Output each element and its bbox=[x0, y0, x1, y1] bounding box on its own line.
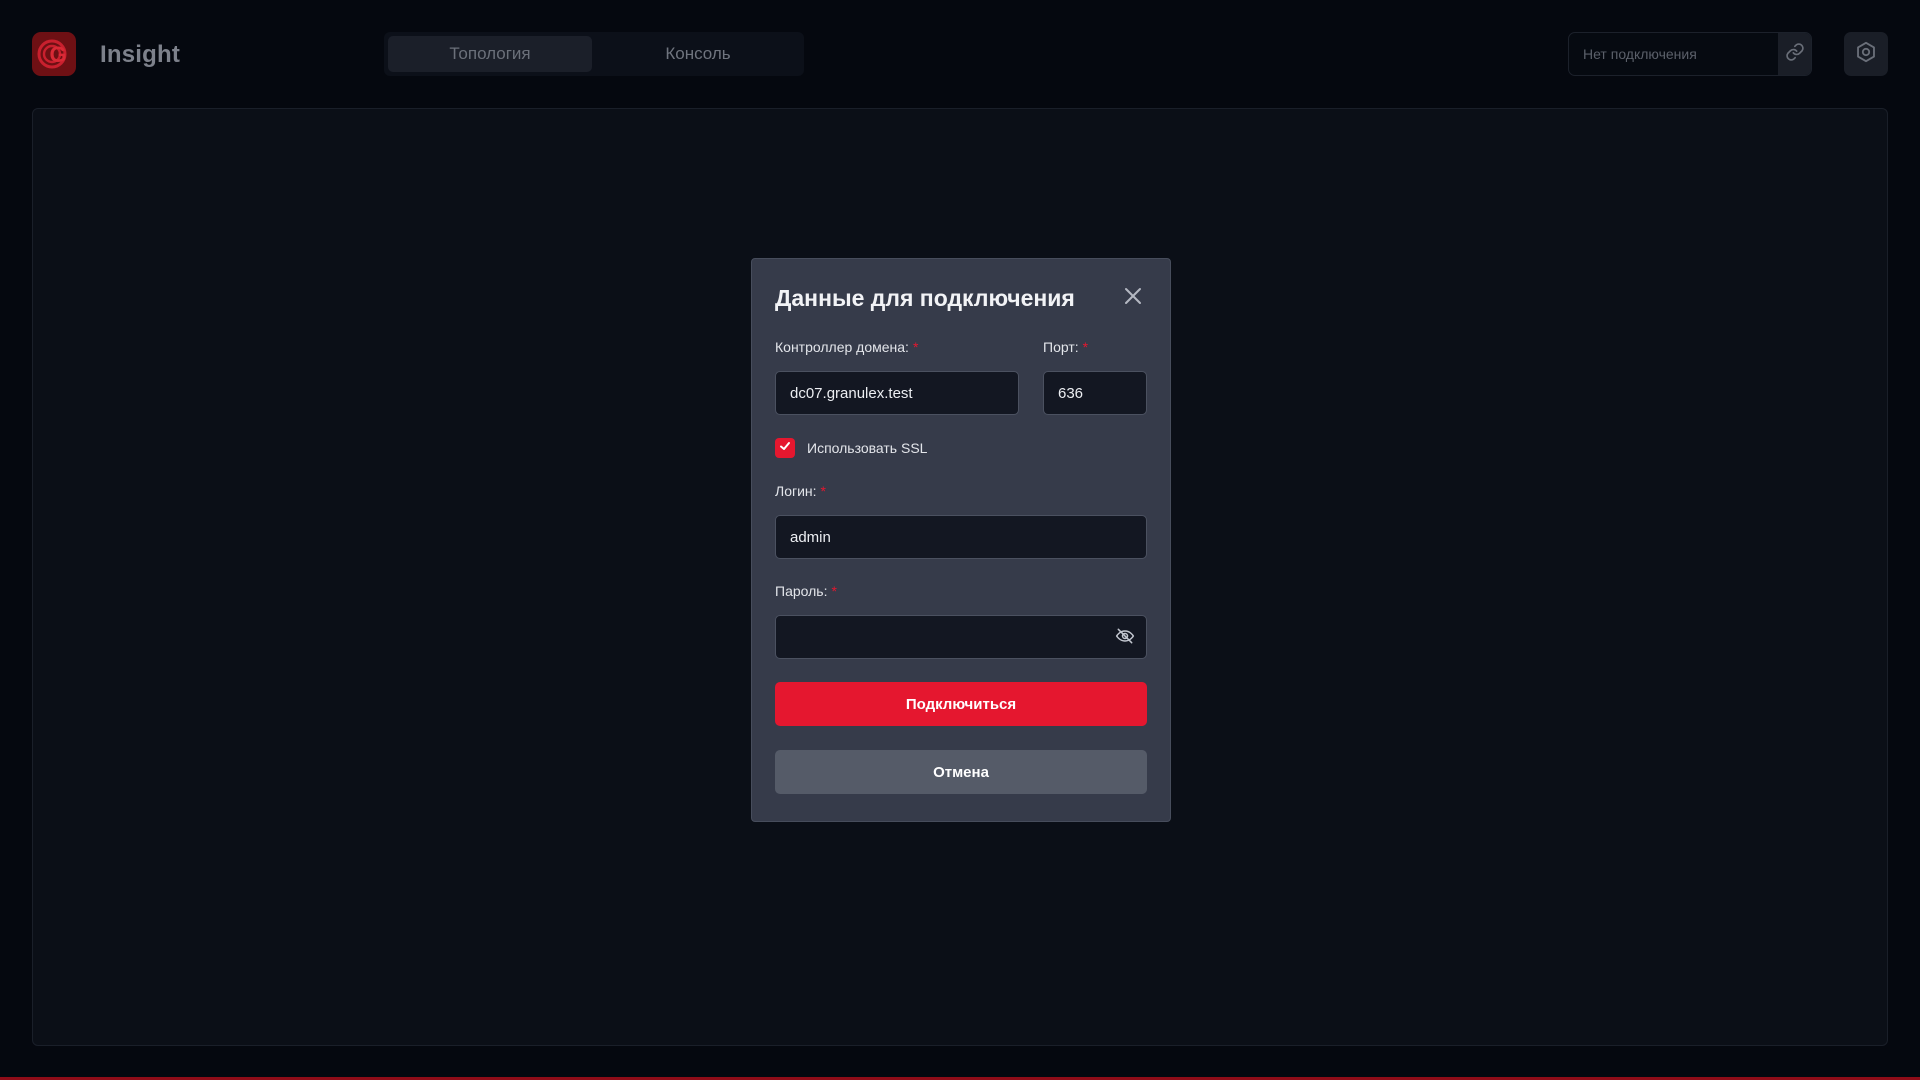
settings-icon bbox=[1855, 41, 1877, 68]
login-label: Логин: * bbox=[775, 483, 826, 499]
close-button[interactable] bbox=[1120, 285, 1146, 311]
ssl-label[interactable]: Использовать SSL bbox=[807, 440, 927, 456]
required-mark: * bbox=[831, 583, 837, 599]
port-label: Порт: * bbox=[1043, 339, 1089, 355]
eye-off-icon bbox=[1115, 626, 1135, 651]
domain-controller-field bbox=[775, 371, 1019, 415]
connect-button[interactable]: Подключиться bbox=[775, 682, 1147, 726]
connect-link-button[interactable] bbox=[1778, 33, 1811, 75]
link-icon bbox=[1785, 42, 1805, 67]
checkmark-icon bbox=[779, 439, 791, 457]
toggle-password-visibility-button[interactable] bbox=[1114, 627, 1136, 649]
domain-controller-input[interactable] bbox=[776, 372, 1018, 414]
tab-topology[interactable]: Топология bbox=[388, 36, 592, 72]
password-label: Пароль: * bbox=[775, 583, 837, 599]
close-icon bbox=[1124, 287, 1142, 310]
ssl-checkbox[interactable] bbox=[775, 438, 795, 458]
password-input[interactable] bbox=[776, 616, 1146, 658]
connection-status-input[interactable] bbox=[1569, 33, 1778, 75]
port-input[interactable] bbox=[1044, 372, 1146, 414]
login-field bbox=[775, 515, 1147, 559]
connection-widget bbox=[1568, 32, 1812, 76]
settings-button[interactable] bbox=[1844, 32, 1888, 76]
logo-mark-icon: G bbox=[37, 39, 67, 69]
required-mark: * bbox=[912, 339, 919, 355]
required-mark: * bbox=[1082, 339, 1089, 355]
svg-text:G: G bbox=[49, 42, 66, 67]
login-input[interactable] bbox=[776, 516, 1146, 558]
cancel-button[interactable]: Отмена bbox=[775, 750, 1147, 794]
dialog-title: Данные для подключения bbox=[775, 285, 1075, 311]
app-name: Insight bbox=[100, 41, 181, 68]
app-logo: G bbox=[32, 32, 76, 76]
domain-controller-label: Контроллер домена: * bbox=[775, 339, 919, 355]
connection-dialog: Данные для подключения Контроллер домена… bbox=[751, 258, 1171, 822]
required-mark: * bbox=[820, 483, 826, 499]
view-tabs: Топология Консоль bbox=[384, 32, 804, 76]
tab-console[interactable]: Консоль bbox=[596, 36, 800, 72]
port-field bbox=[1043, 371, 1147, 415]
password-field bbox=[775, 615, 1147, 659]
